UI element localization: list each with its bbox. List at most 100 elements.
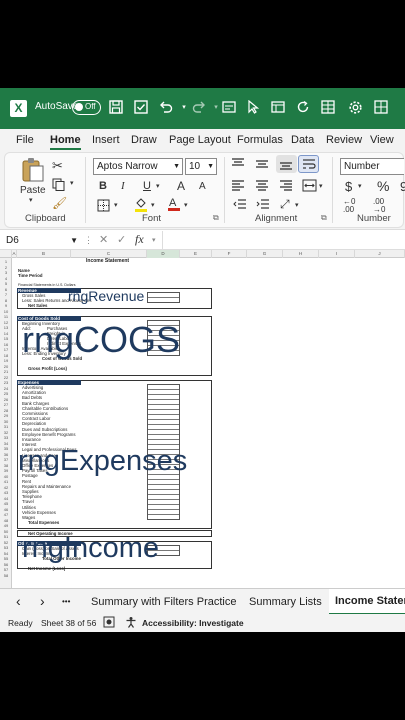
row-header[interactable]: 8 <box>0 298 12 303</box>
row-header[interactable]: 54 <box>0 551 12 556</box>
accessibility-icon[interactable] <box>125 616 137 630</box>
number-format-combo[interactable]: Number <box>340 158 404 175</box>
total-expenses-label[interactable]: Total Expenses <box>28 520 59 525</box>
row-header[interactable]: 35 <box>0 446 12 451</box>
tab-data[interactable]: Data <box>291 134 314 146</box>
row-header[interactable]: 12 <box>0 320 12 325</box>
row-header[interactable]: 20 <box>0 364 12 369</box>
tab-page-layout[interactable]: Page Layout <box>169 134 231 146</box>
tab-draw[interactable]: Draw <box>131 134 157 146</box>
row-header[interactable]: 37 <box>0 457 12 462</box>
decrease-decimal-icon[interactable]: .00 →0 <box>373 198 385 214</box>
paste-dropdown-icon[interactable]: ▾ <box>29 196 33 204</box>
merge-center-icon[interactable] <box>302 179 317 195</box>
row-header[interactable]: 51 <box>0 534 12 539</box>
merge-dropdown-icon[interactable]: ▾ <box>319 182 323 190</box>
row-header[interactable]: 43 <box>0 490 12 495</box>
alignment-dialog-launcher-icon[interactable]: ⧉ <box>321 213 327 223</box>
clipboard-icon[interactable] <box>21 157 45 186</box>
percent-button[interactable]: % <box>377 178 389 194</box>
tab-view[interactable]: View <box>370 134 394 146</box>
fx-dropdown-icon[interactable]: ▾ <box>152 233 156 248</box>
format-painter-icon[interactable]: 🖌 <box>52 196 67 210</box>
tab-file[interactable]: File <box>16 134 34 146</box>
worksheet-grid[interactable]: A B C D E F G H I J 1 2 3 4 5 6 7 8 9 10 11 12 13 14 1… <box>0 250 405 588</box>
orientation-icon[interactable]: ⤢ <box>280 197 290 212</box>
enter-icon[interactable]: ✓ <box>117 233 126 248</box>
align-left-icon[interactable] <box>231 180 245 195</box>
row-header[interactable]: 7 <box>0 292 12 297</box>
more-sheets-button[interactable]: ••• <box>62 597 70 606</box>
prev-sheet-button[interactable]: ‹ <box>16 593 21 609</box>
row-header[interactable]: 15 <box>0 336 12 341</box>
borders-icon[interactable] <box>97 199 110 215</box>
borders-dropdown-icon[interactable]: ▾ <box>114 201 118 209</box>
row-header[interactable]: 27 <box>0 402 12 407</box>
row-header[interactable]: 29 <box>0 413 12 418</box>
column-header-f[interactable]: F <box>212 250 247 258</box>
column-header-d[interactable]: D <box>147 250 180 258</box>
sheet-tab-summary-lists[interactable]: Summary Lists <box>249 596 322 608</box>
column-header-c[interactable]: C <box>71 250 147 258</box>
row-header[interactable]: 22 <box>0 375 12 380</box>
decrease-indent-icon[interactable] <box>233 199 247 214</box>
form-icon[interactable] <box>221 100 237 116</box>
window-icon[interactable] <box>270 100 286 116</box>
row-header[interactable]: 26 <box>0 397 12 402</box>
autosave-toggle[interactable]: Off <box>72 100 101 115</box>
row-header[interactable]: 36 <box>0 452 12 457</box>
table-icon[interactable] <box>373 100 389 116</box>
decrease-font-button[interactable]: A <box>199 181 206 192</box>
row-header[interactable]: 5 <box>0 281 12 286</box>
row-header[interactable]: 53 <box>0 545 12 550</box>
row-header[interactable]: 11 <box>0 314 12 319</box>
row-header[interactable]: 33 <box>0 435 12 440</box>
pointer-icon[interactable] <box>245 99 261 116</box>
redo-icon[interactable] <box>191 100 207 116</box>
sheet-tab-summary-filters[interactable]: Summary with Filters Practice <box>91 596 236 608</box>
row-header[interactable]: 1 <box>0 259 12 264</box>
row-header[interactable]: 4 <box>0 276 12 281</box>
font-color-icon[interactable]: A <box>167 196 181 214</box>
row-header[interactable]: 55 <box>0 556 12 561</box>
fill-color-dropdown-icon[interactable]: ▾ <box>151 201 155 209</box>
row-header[interactable]: 45 <box>0 501 12 506</box>
next-sheet-button[interactable]: › <box>40 593 45 609</box>
sheet-tab-income-statement[interactable]: Income Statement <box>329 589 405 615</box>
align-middle-icon[interactable] <box>255 158 269 173</box>
row-header[interactable]: 39 <box>0 468 12 473</box>
tab-home[interactable]: Home <box>50 134 81 150</box>
net-sales-label[interactable]: Net Sales <box>28 303 47 308</box>
currency-button[interactable]: $ <box>345 179 352 194</box>
accessibility-status[interactable]: Accessibility: Investigate <box>142 618 244 628</box>
row-header[interactable]: 30 <box>0 419 12 424</box>
italic-button[interactable]: I <box>121 180 125 192</box>
undo-icon[interactable] <box>158 100 174 116</box>
formula-input[interactable] <box>162 231 404 249</box>
increase-indent-icon[interactable] <box>256 199 270 214</box>
increase-font-button[interactable]: A <box>177 179 185 193</box>
column-header-i[interactable]: I <box>319 250 355 258</box>
tab-insert[interactable]: Insert <box>92 134 120 146</box>
row-header[interactable]: 25 <box>0 391 12 396</box>
row-header[interactable]: 31 <box>0 424 12 429</box>
row-header[interactable]: 32 <box>0 430 12 435</box>
row-header[interactable]: 34 <box>0 441 12 446</box>
revenue-inputs[interactable] <box>147 292 180 303</box>
row-header[interactable]: 19 <box>0 358 12 363</box>
insert-function-button[interactable]: fx <box>135 232 144 247</box>
time-period-label[interactable]: Time Period <box>18 273 43 278</box>
row-header[interactable]: 17 <box>0 347 12 352</box>
row-header[interactable]: 24 <box>0 386 12 391</box>
checkmark-icon[interactable] <box>133 100 149 116</box>
cancel-icon[interactable]: ✕ <box>99 233 108 248</box>
bold-button[interactable]: B <box>99 180 107 192</box>
row-header[interactable]: 18 <box>0 353 12 358</box>
row-header[interactable]: 48 <box>0 518 12 523</box>
column-header-g[interactable]: G <box>247 250 283 258</box>
font-size-combo[interactable]: 10 ▼ <box>185 158 217 175</box>
row-header[interactable]: 6 <box>0 287 12 292</box>
row-header[interactable]: 28 <box>0 408 12 413</box>
tab-formulas[interactable]: Formulas <box>237 134 283 146</box>
comma-button[interactable]: 9 <box>400 179 405 194</box>
